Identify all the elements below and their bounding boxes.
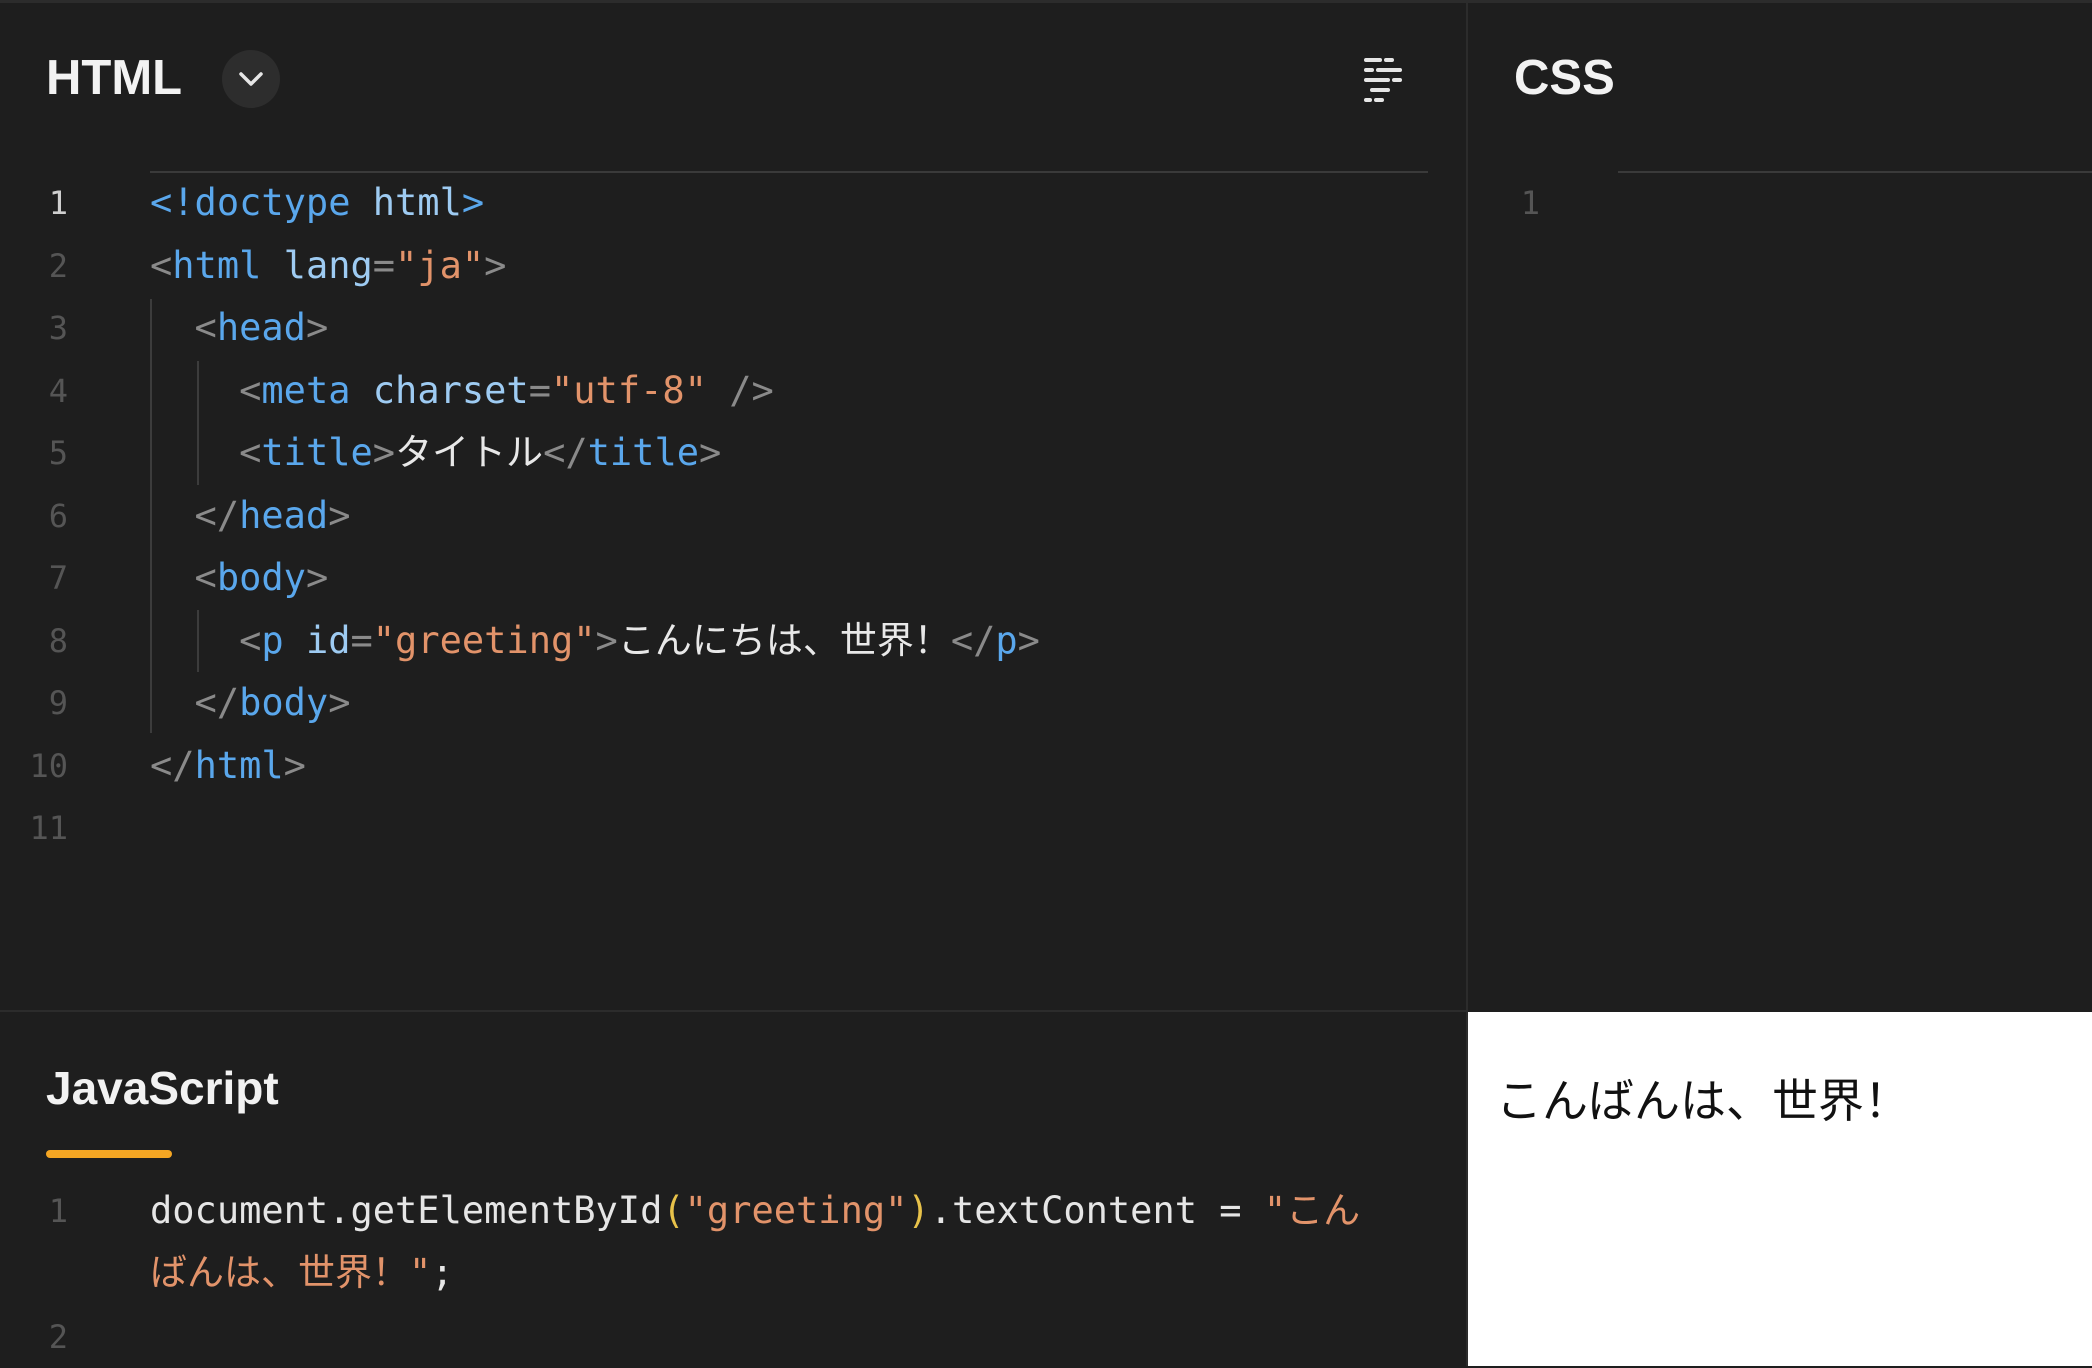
code-token: </ [150, 681, 240, 724]
code-token: タイトル [395, 431, 544, 474]
line-number: 3 [48, 309, 68, 347]
css-panel-title: CSS [1514, 51, 1615, 105]
line-number: 8 [48, 621, 68, 660]
code-token: ; [431, 1251, 454, 1294]
code-token: = [350, 618, 373, 662]
code-token: /> [706, 368, 774, 412]
code-token: < [150, 368, 262, 412]
code-token: "utf-8" [551, 368, 707, 412]
code-token: p [261, 618, 284, 662]
code-line: <p id="greeting">こんにちは、世界！</p> [150, 610, 1040, 672]
code-token: > [305, 556, 329, 599]
code-token: </ [150, 493, 240, 537]
preview-greeting-text: こんばんは、世界！ [1496, 1074, 1910, 1128]
code-token: "greeting" [372, 618, 596, 662]
code-token: lang [261, 243, 373, 287]
code-token: document.getElementById [150, 1189, 663, 1232]
code-token: head [216, 306, 306, 349]
js-panel-title[interactable]: JavaScript [46, 1058, 279, 1118]
line-number: 1 [1520, 184, 1540, 222]
code-token: "ja" [395, 243, 485, 287]
line-number: 2 [48, 1318, 68, 1356]
code-token: </ [543, 431, 588, 474]
line-number: 2 [48, 246, 68, 285]
code-token: .textContent = [929, 1189, 1264, 1232]
code-line: <html lang="ja"> [150, 235, 506, 297]
code-token: html [350, 181, 462, 224]
code-token: > [283, 743, 306, 787]
code-line: document.getElementById("greeting").text… [150, 1180, 1360, 1242]
code-token: > [461, 181, 485, 224]
js-tab-active-indicator [46, 1150, 172, 1158]
code-token: < [150, 556, 217, 599]
line-number: 5 [48, 434, 68, 472]
code-token: < [150, 243, 173, 287]
language-dropdown-button[interactable] [222, 50, 280, 108]
code-line: <head> [150, 297, 329, 359]
code-token: title [261, 431, 373, 474]
code-line: ばんは、世界！"; [150, 1242, 454, 1304]
format-code-button[interactable] [1358, 54, 1410, 106]
line-number: 6 [48, 496, 68, 535]
code-token: > [328, 681, 351, 724]
line-number: 1 [48, 184, 68, 222]
css-editor-panel [1468, 0, 2092, 1010]
code-token: > [305, 306, 329, 349]
code-line: <title>タイトル</title> [150, 422, 721, 484]
code-token: > [595, 618, 618, 662]
code-line: </head> [150, 485, 351, 547]
code-token: <!doctype [150, 181, 351, 224]
code-token: > [372, 431, 396, 474]
code-token: html [194, 743, 284, 787]
code-token: title [587, 431, 700, 474]
code-token: id [283, 618, 351, 662]
line-number: 4 [48, 371, 68, 410]
code-line: <!doctype html> [150, 172, 484, 234]
code-token: </ [950, 618, 996, 662]
code-token: ) [907, 1189, 930, 1232]
code-token: meta [261, 368, 351, 412]
code-token: < [150, 618, 262, 662]
code-line: </body> [150, 672, 351, 734]
code-token: > [1017, 618, 1040, 662]
code-token: > [699, 431, 722, 474]
css-code-editor[interactable] [1618, 172, 2092, 234]
code-token: p [995, 618, 1018, 662]
line-number: 10 [29, 746, 68, 785]
line-number: 7 [48, 559, 68, 597]
code-token: こんにちは、世界！ [617, 618, 951, 662]
code-line: <meta charset="utf-8" /> [150, 360, 774, 422]
code-token: html [172, 243, 262, 287]
html-panel-title: HTML [46, 51, 183, 105]
code-token: "こん [1263, 1189, 1361, 1232]
line-number: 9 [48, 684, 68, 722]
code-token: body [239, 681, 329, 724]
code-token: < [150, 306, 217, 349]
code-token: > [484, 243, 507, 287]
code-token: </ [150, 743, 195, 787]
code-token: ばんは、世界！" [150, 1251, 432, 1294]
chevron-down-icon [239, 72, 263, 86]
code-line: </html> [150, 735, 306, 797]
code-token: ( [662, 1189, 685, 1232]
code-token: body [216, 556, 306, 599]
code-token: < [150, 431, 262, 474]
code-token: "greeting" [684, 1189, 908, 1232]
code-line: <body> [150, 547, 329, 609]
code-token: > [328, 493, 351, 537]
code-token: head [239, 493, 329, 537]
line-number: 11 [29, 809, 68, 847]
format-code-icon [1364, 58, 1402, 102]
code-token: charset [350, 368, 529, 412]
code-token: = [528, 368, 551, 412]
code-token: = [372, 243, 396, 287]
line-number: 1 [48, 1192, 68, 1230]
